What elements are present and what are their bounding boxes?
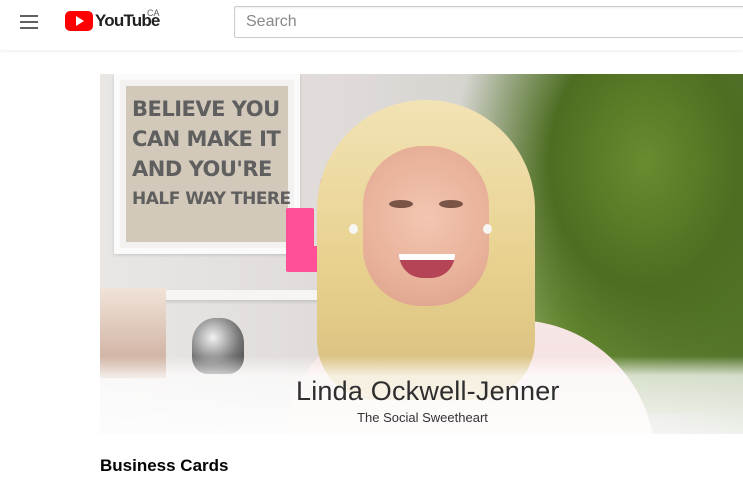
poster-line: AND YOU'RE — [132, 157, 272, 181]
youtube-logo[interactable]: YouTube CA — [65, 8, 160, 32]
poster-line: BELIEVE YOU — [132, 97, 280, 121]
lower-third-subtitle: The Social Sweetheart — [357, 410, 488, 425]
search-input[interactable] — [235, 7, 743, 37]
hamburger-menu-icon[interactable] — [14, 10, 44, 34]
search-box[interactable] — [234, 6, 743, 38]
youtube-play-icon — [65, 11, 93, 31]
poster-line: CAN MAKE IT — [132, 127, 281, 151]
video-player[interactable]: BELIEVE YOU CAN MAKE IT AND YOU'RE HALF … — [100, 74, 743, 434]
video-frame: BELIEVE YOU CAN MAKE IT AND YOU'RE HALF … — [100, 74, 743, 434]
lower-third-name: Linda Ockwell-Jenner — [296, 376, 560, 406]
country-code: CA — [147, 8, 160, 18]
poster-line: HALF WAY THERE — [132, 189, 291, 209]
masthead: YouTube CA — [0, 0, 743, 50]
poster-sign: BELIEVE YOU CAN MAKE IT AND YOU'RE HALF … — [114, 74, 300, 254]
video-title: Business Cards — [100, 456, 229, 475]
